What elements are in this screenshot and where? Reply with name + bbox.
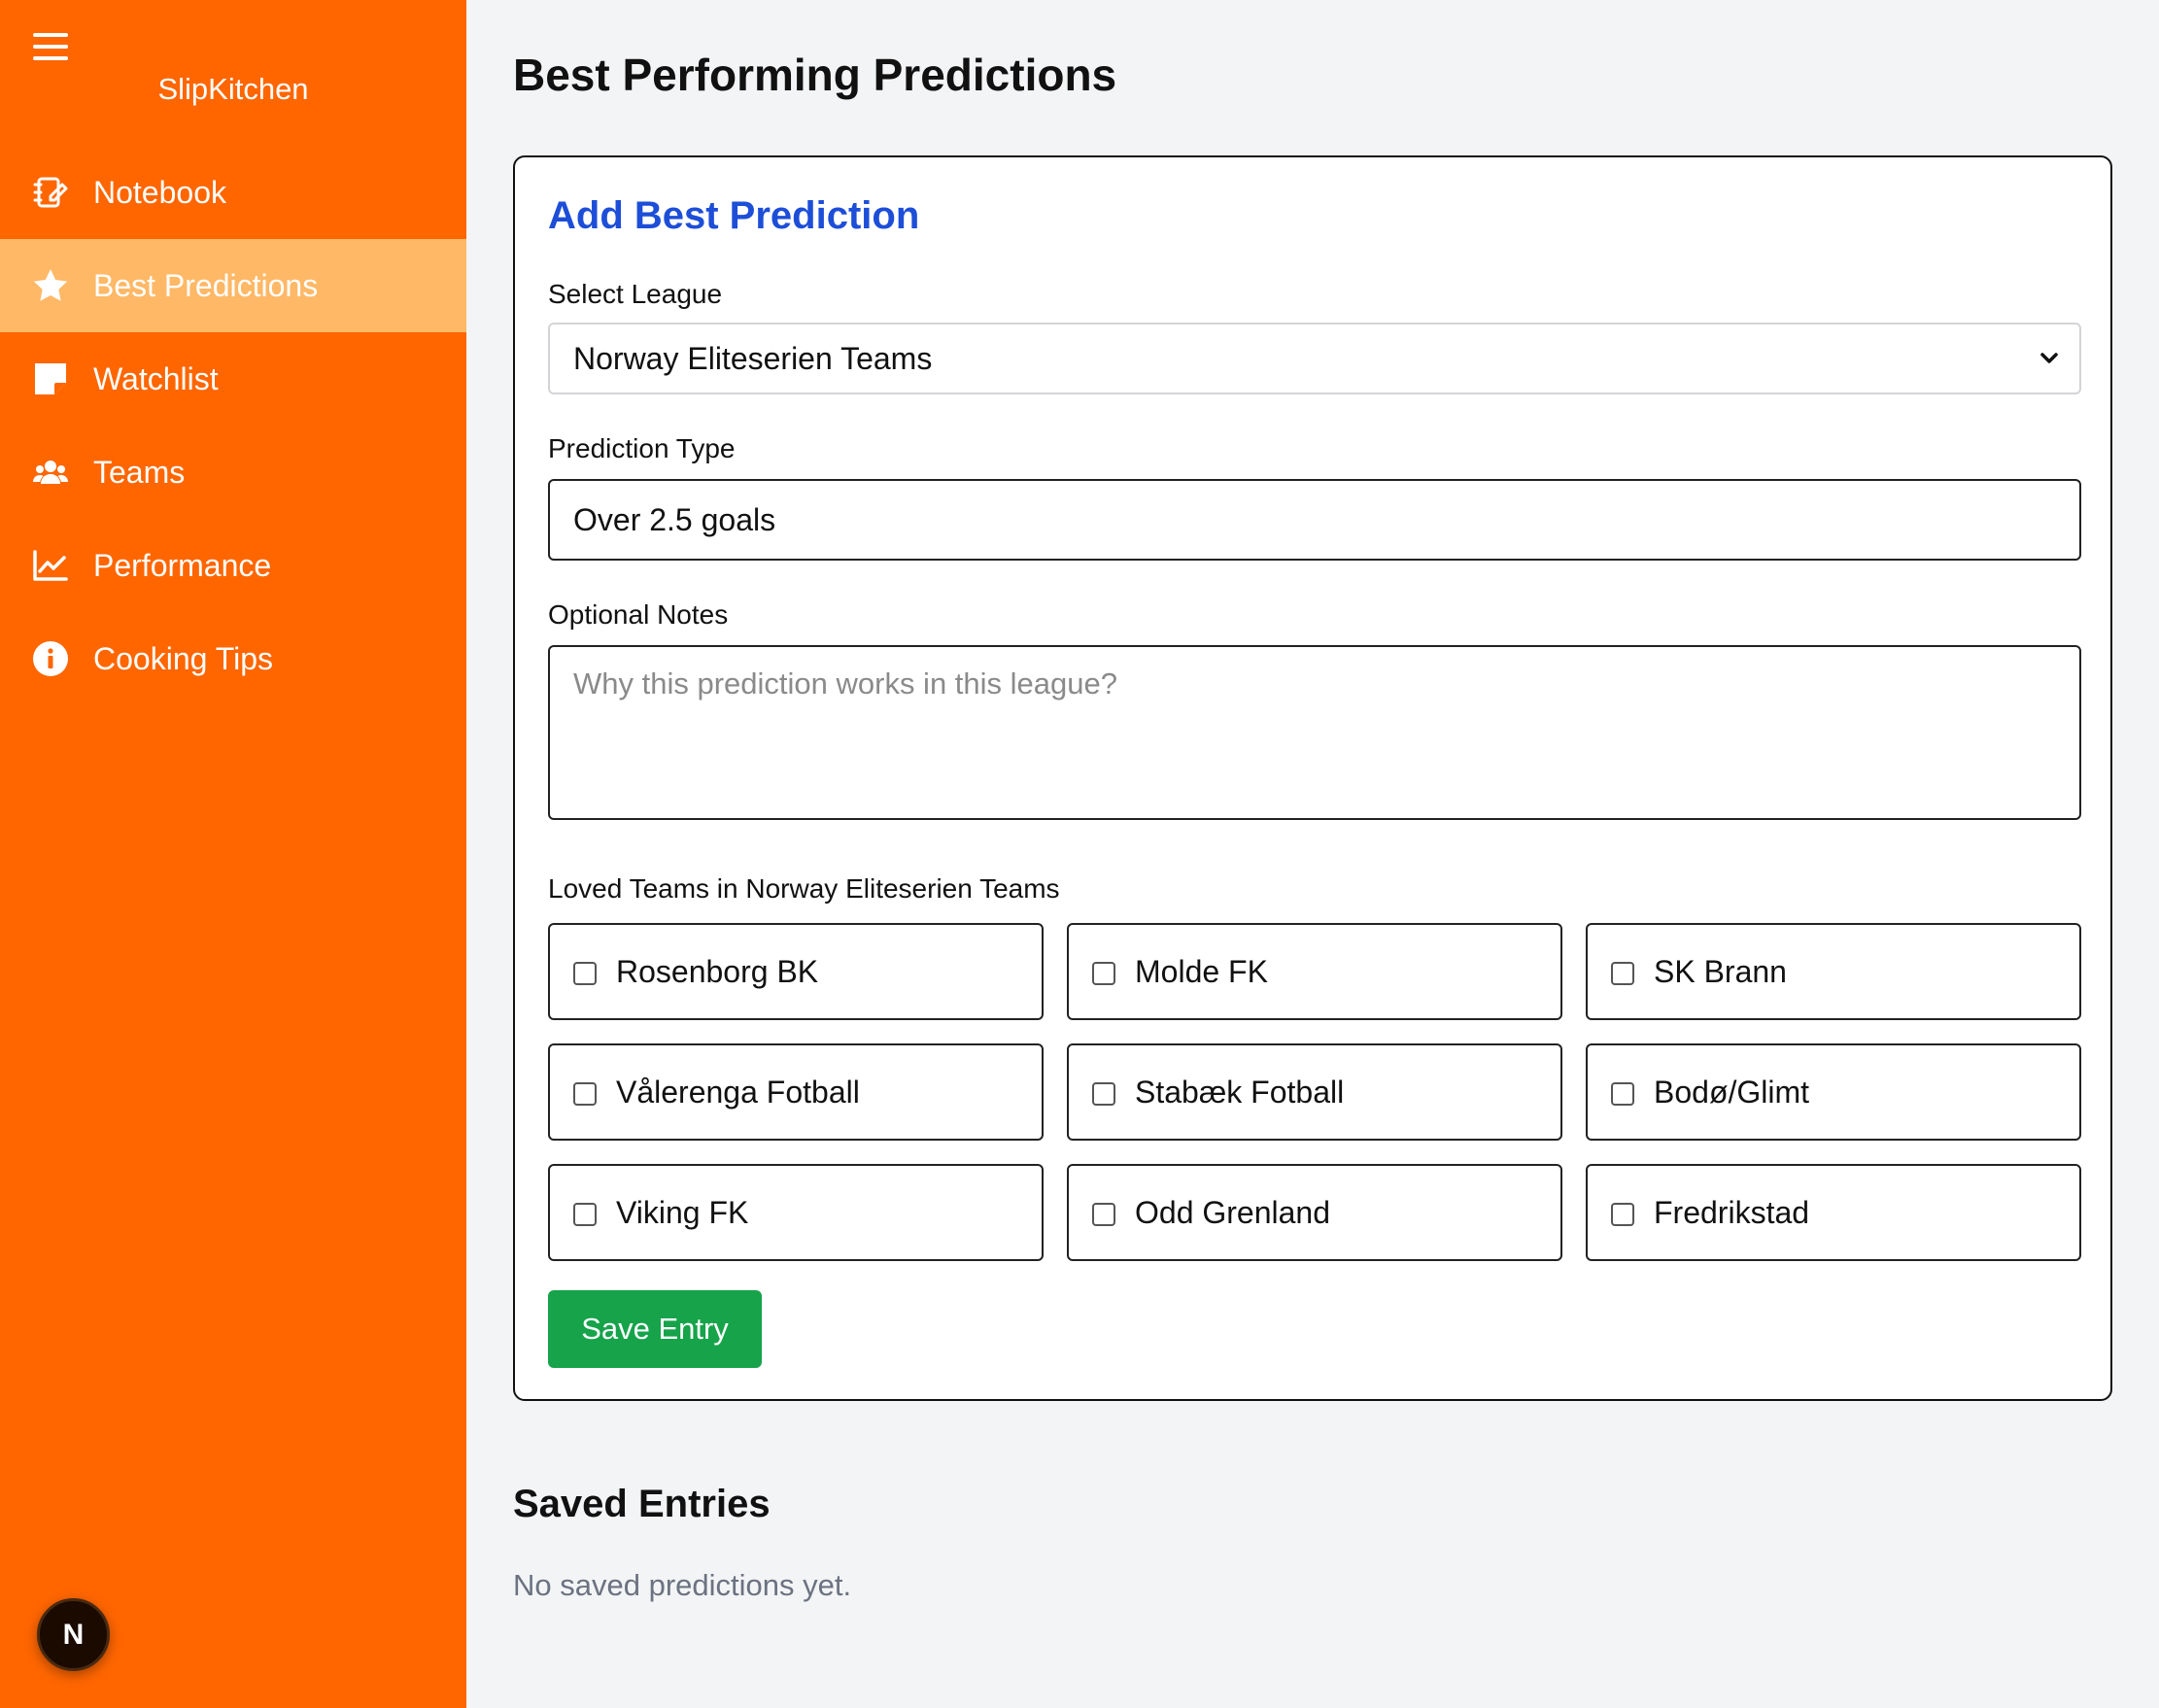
sidebar-nav: Notebook Best Predictions Watchlist Team… (0, 146, 466, 705)
team-option[interactable]: Viking FK (548, 1164, 1044, 1261)
checkbox[interactable] (1611, 1203, 1634, 1226)
sidebar-item-best-predictions[interactable]: Best Predictions (0, 239, 466, 332)
page-title: Best Performing Predictions (513, 50, 1117, 100)
users-icon (31, 453, 70, 492)
card-title: Add Best Prediction (548, 194, 920, 237)
team-option[interactable]: Fredrikstad (1586, 1164, 2081, 1261)
checkbox[interactable] (1092, 1203, 1115, 1226)
sidebar-item-performance[interactable]: Performance (0, 519, 466, 612)
checkbox[interactable] (573, 962, 597, 985)
team-option[interactable]: Odd Grenland (1067, 1164, 1562, 1261)
chevron-down-icon (2040, 353, 2058, 363)
sidebar-item-label: Best Predictions (93, 267, 319, 303)
loved-teams-label: Loved Teams in Norway Eliteserien Teams (548, 873, 1060, 904)
team-option[interactable]: Stabæk Fotball (1067, 1043, 1562, 1141)
checkbox[interactable] (1092, 1082, 1115, 1106)
team-option[interactable]: Vålerenga Fotball (548, 1043, 1044, 1141)
avatar-letter: N (62, 1618, 85, 1651)
team-name: Bodø/Glimt (1654, 1074, 1810, 1110)
chart-line-icon (31, 546, 70, 585)
sidebar-item-label: Notebook (93, 174, 226, 210)
league-select-value: Norway Eliteserien Teams (573, 340, 933, 376)
avatar[interactable]: N (37, 1598, 110, 1671)
sidebar-item-cooking-tips[interactable]: Cooking Tips (0, 612, 466, 705)
team-name: SK Brann (1654, 953, 1787, 989)
sticky-note-icon (31, 359, 70, 398)
league-select[interactable]: Norway Eliteserien Teams (548, 323, 2081, 394)
sidebar-item-label: Performance (93, 547, 272, 583)
add-prediction-card: Add Best Prediction Select League Norway… (513, 155, 2112, 1401)
team-name: Rosenborg BK (616, 953, 819, 989)
checkbox[interactable] (1611, 962, 1634, 985)
checkbox[interactable] (1611, 1082, 1634, 1106)
notes-placeholder: Why this prediction works in this league… (573, 666, 1117, 700)
star-icon (31, 266, 70, 305)
sidebar-item-teams[interactable]: Teams (0, 426, 466, 519)
sidebar-item-label: Teams (93, 454, 186, 490)
team-name: Molde FK (1135, 953, 1268, 989)
notes-label: Optional Notes (548, 599, 729, 630)
team-name: Viking FK (616, 1194, 749, 1230)
team-name: Vålerenga Fotball (616, 1074, 860, 1110)
league-label: Select League (548, 279, 723, 309)
sidebar-item-watchlist[interactable]: Watchlist (0, 332, 466, 426)
team-option[interactable]: SK Brann (1586, 923, 2081, 1020)
teams-grid: Rosenborg BK Molde FK SK Brann Vålerenga… (548, 923, 2081, 1261)
team-option[interactable]: Molde FK (1067, 923, 1562, 1020)
save-entry-button[interactable]: Save Entry (548, 1290, 762, 1368)
brand-name: SlipKitchen (157, 72, 309, 106)
prediction-type-label: Prediction Type (548, 433, 736, 463)
team-name: Odd Grenland (1135, 1194, 1331, 1230)
notes-textarea[interactable]: Why this prediction works in this league… (548, 645, 2081, 820)
notebook-icon (31, 173, 70, 212)
hamburger-menu-icon[interactable] (33, 33, 68, 64)
saved-entries-empty: No saved predictions yet. (513, 1568, 852, 1602)
sidebar-item-notebook[interactable]: Notebook (0, 146, 466, 239)
checkbox[interactable] (573, 1203, 597, 1226)
team-option[interactable]: Rosenborg BK (548, 923, 1044, 1020)
team-name: Fredrikstad (1654, 1194, 1810, 1230)
checkbox[interactable] (573, 1082, 597, 1106)
prediction-type-value: Over 2.5 goals (573, 501, 776, 537)
team-name: Stabæk Fotball (1135, 1074, 1345, 1110)
sidebar: SlipKitchen Notebook Best Predictions Wa… (0, 0, 466, 1708)
checkbox[interactable] (1092, 962, 1115, 985)
sidebar-item-label: Cooking Tips (93, 640, 273, 676)
prediction-type-input[interactable]: Over 2.5 goals (548, 479, 2081, 561)
sidebar-item-label: Watchlist (93, 360, 219, 396)
info-icon (31, 639, 70, 678)
saved-entries-title: Saved Entries (513, 1483, 771, 1525)
team-option[interactable]: Bodø/Glimt (1586, 1043, 2081, 1141)
